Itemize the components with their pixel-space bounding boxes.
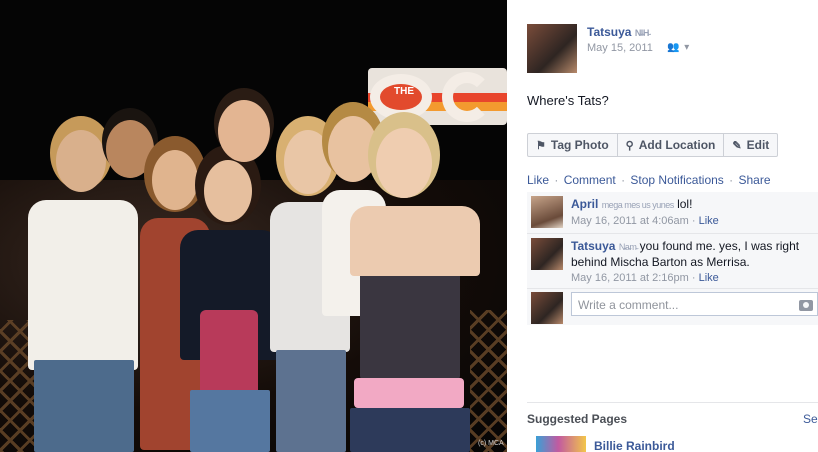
comment-item: April mega mes us yunes lol! May 16, 201…: [527, 192, 818, 234]
camera-icon[interactable]: [799, 300, 813, 311]
comment-meta: May 16, 2011 at 2:16pm · Like: [571, 272, 719, 284]
logo-o-ring: [370, 74, 432, 120]
comment-input[interactable]: Write a comment...: [571, 292, 818, 316]
comment-text: lol!: [677, 197, 693, 211]
chevron-down-icon: ▾: [684, 42, 691, 53]
comment-body: April mega mes us yunes lol! May 16, 201…: [571, 197, 815, 229]
commenter-avatar[interactable]: [531, 196, 563, 228]
link-separator: ·: [554, 173, 559, 187]
comment-body: Tatsuya N̴a̴m̴ you found me. yes, I was …: [571, 239, 815, 286]
add-location-label: Add Location: [638, 138, 716, 152]
add-location-button[interactable]: ⚲ Add Location: [617, 133, 725, 157]
comment-composer: Write a comment...: [527, 289, 818, 325]
comment-link[interactable]: Comment: [564, 173, 616, 187]
stop-notifications-link[interactable]: Stop Notifications: [630, 173, 723, 187]
link-separator: ·: [621, 173, 626, 187]
see-all-link[interactable]: Se: [803, 412, 818, 426]
audience-selector[interactable]: 👥 ▾: [667, 42, 690, 53]
comment-placeholder: Write a comment...: [578, 298, 679, 312]
comment-item: Tatsuya N̴a̴m̴ you found me. yes, I was …: [527, 234, 818, 289]
person-8: [340, 128, 490, 452]
tag-icon: ⚑: [536, 139, 546, 152]
pencil-icon: ✎: [732, 139, 742, 152]
suggested-page-name[interactable]: Billie Rainbird: [594, 439, 675, 452]
photo-credit: (c) MCA: [478, 440, 504, 447]
edit-button[interactable]: ✎ Edit: [724, 133, 779, 157]
owner-name: Tatsuya: [587, 25, 632, 39]
logo-the-text: THE: [394, 86, 414, 97]
divider: [527, 402, 818, 403]
owner-name-obscured: N̴I̴H̴: [634, 28, 650, 38]
like-link[interactable]: Like: [527, 173, 549, 187]
the-oc-logo: THE: [368, 68, 507, 125]
post-sidebar: Tatsuya N̴I̴H̴ May 15, 2011 👥 ▾ Where's …: [507, 0, 818, 452]
comment-author[interactable]: April: [571, 197, 598, 211]
comment-timestamp[interactable]: May 16, 2011 at 4:06am: [571, 215, 689, 227]
comment-meta: May 16, 2011 at 4:06am · Like: [571, 215, 719, 227]
comment-author-obscured: N̴a̴m̴: [618, 242, 637, 252]
share-link[interactable]: Share: [738, 173, 770, 187]
comment-author-obscured: mega mes us yunes: [601, 200, 675, 210]
post-links: Like · Comment · Stop Notifications · Sh…: [527, 173, 771, 187]
location-pin-icon: ⚲: [625, 139, 634, 152]
composer-avatar: [531, 292, 563, 324]
post-date[interactable]: May 15, 2011: [587, 42, 653, 54]
commenter-avatar[interactable]: [531, 238, 563, 270]
comment-like-link[interactable]: Like: [699, 272, 719, 284]
post-caption: Where's Tats?: [527, 93, 609, 108]
comment-like-link[interactable]: Like: [699, 215, 719, 227]
edit-label: Edit: [746, 138, 770, 152]
suggested-page-thumbnail[interactable]: [536, 436, 586, 452]
tag-photo-button[interactable]: ⚑ Tag Photo: [527, 133, 618, 157]
photo-viewer[interactable]: THE (c) MCA: [0, 0, 507, 452]
tag-photo-label: Tag Photo: [550, 138, 609, 152]
suggested-pages-title: Suggested Pages: [527, 412, 628, 426]
friends-icon: 👥: [667, 42, 681, 53]
comment-timestamp[interactable]: May 16, 2011 at 2:16pm: [571, 272, 689, 284]
logo-c-letter: [442, 72, 492, 122]
owner-name-link[interactable]: Tatsuya N̴I̴H̴: [587, 25, 649, 39]
comment-list: April mega mes us yunes lol! May 16, 201…: [527, 192, 818, 325]
comment-author[interactable]: Tatsuya: [571, 239, 615, 253]
photo-actions-bar: ⚑ Tag Photo ⚲ Add Location ✎ Edit: [527, 133, 779, 157]
owner-avatar[interactable]: [527, 24, 577, 73]
link-separator: ·: [729, 173, 734, 187]
